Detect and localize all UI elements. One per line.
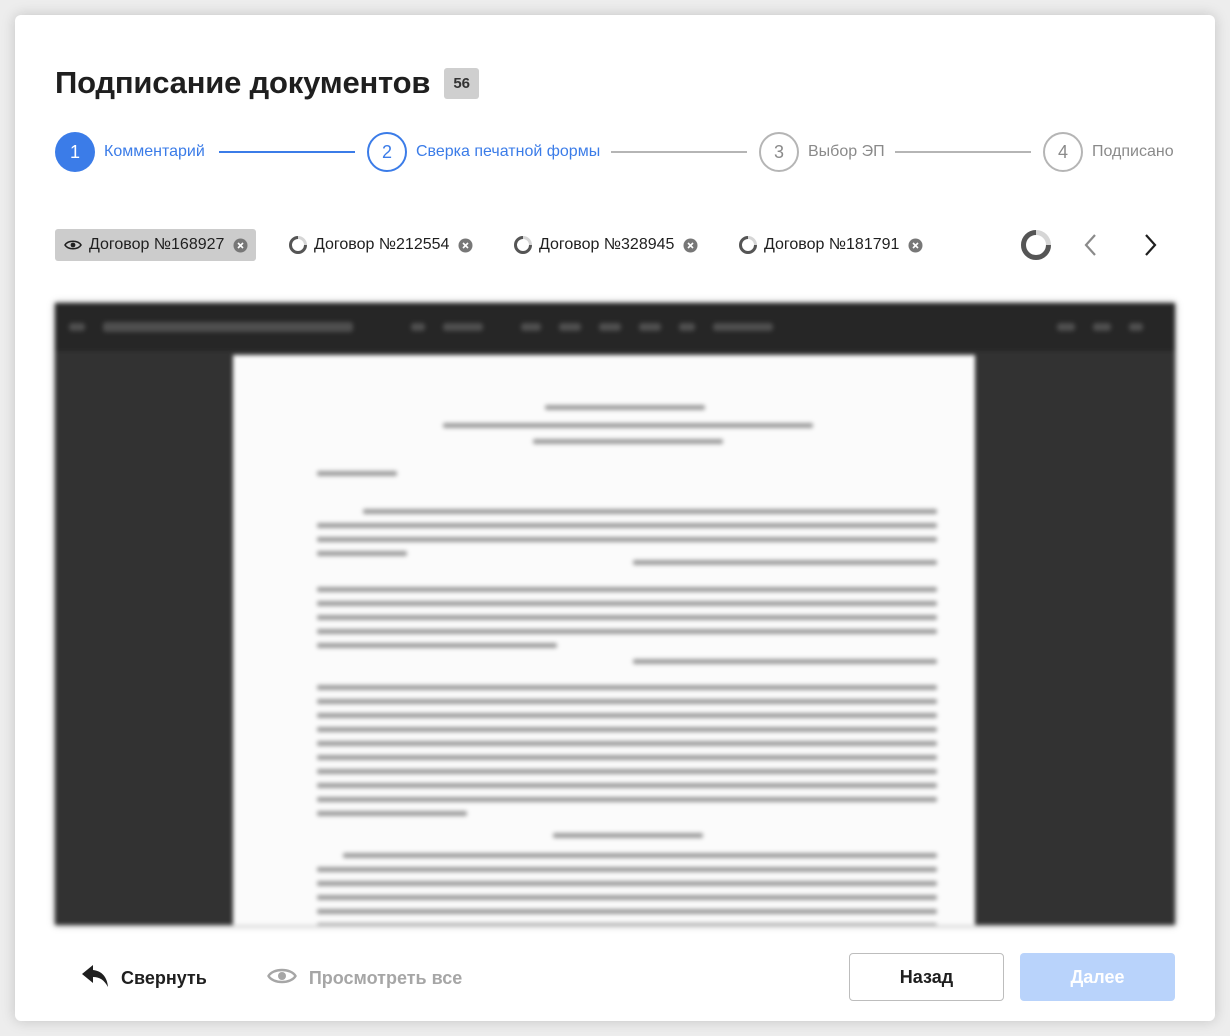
collapse-button[interactable]: Свернуть	[81, 963, 207, 994]
chevron-right-icon[interactable]	[1134, 229, 1166, 261]
title-row: Подписание документов 56	[55, 65, 480, 101]
chevron-left-icon[interactable]	[1075, 229, 1107, 261]
step-comment[interactable]: 1 Комментарий	[55, 132, 205, 172]
loading-icon	[513, 235, 533, 255]
loading-icon	[738, 235, 758, 255]
step-connector	[219, 151, 355, 153]
collapse-label: Свернуть	[121, 968, 207, 988]
document-tab-label: Договор №181791	[764, 236, 900, 253]
step-signature-select[interactable]: 3 Выбор ЭП	[759, 132, 885, 172]
page-title: Подписание документов	[55, 65, 431, 100]
footer-left-actions: Свернуть Просмотреть все	[81, 963, 462, 994]
pdf-toolbar	[55, 303, 1175, 351]
step-connector	[895, 151, 1031, 153]
document-tab-label: Договор №212554	[314, 236, 450, 253]
document-tab[interactable]: Договор №212554	[280, 229, 481, 261]
step-label: Комментарий	[104, 143, 205, 160]
close-icon[interactable]	[232, 237, 248, 253]
step-signed[interactable]: 4 Подписано	[1043, 132, 1174, 172]
document-tab[interactable]: Договор №328945	[505, 229, 706, 261]
next-button[interactable]: Далее	[1020, 953, 1175, 1001]
loading-icon	[1020, 229, 1052, 261]
document-tabs: Договор №168927 Договор №212554 Договор …	[55, 229, 1175, 261]
view-all-label: Просмотреть все	[308, 968, 463, 988]
back-button[interactable]: Назад	[849, 953, 1004, 1001]
step-number: 2	[367, 132, 407, 172]
close-icon[interactable]	[907, 237, 923, 253]
step-number: 3	[759, 132, 799, 172]
document-tab-label: Договор №328945	[539, 236, 675, 253]
step-connector	[611, 151, 747, 153]
step-label: Сверка печатной формы	[416, 143, 601, 160]
document-tab[interactable]: Договор №181791	[730, 229, 931, 261]
step-number: 1	[55, 132, 95, 172]
document-preview[interactable]	[55, 303, 1175, 925]
step-number: 4	[1043, 132, 1083, 172]
sign-documents-dialog: Подписание документов 56 1 Комментарий 2…	[15, 15, 1215, 1021]
eye-icon	[63, 235, 83, 255]
step-print-form-check[interactable]: 2 Сверка печатной формы	[367, 132, 600, 172]
document-page	[233, 355, 975, 925]
documents-count-badge: 56	[444, 67, 480, 99]
reply-arrow-icon	[81, 963, 109, 994]
close-icon[interactable]	[457, 237, 473, 253]
view-all-button[interactable]: Просмотреть все	[266, 966, 463, 991]
step-label: Выбор ЭП	[808, 143, 885, 160]
close-icon[interactable]	[682, 237, 698, 253]
eye-icon	[266, 966, 297, 991]
document-tab[interactable]: Договор №168927	[55, 229, 257, 261]
stepper: 1 Комментарий 2 Сверка печатной формы 3 …	[55, 132, 1175, 172]
loading-icon	[288, 235, 308, 255]
step-label: Подписано	[1092, 143, 1174, 160]
document-tab-label: Договор №168927	[89, 236, 225, 253]
